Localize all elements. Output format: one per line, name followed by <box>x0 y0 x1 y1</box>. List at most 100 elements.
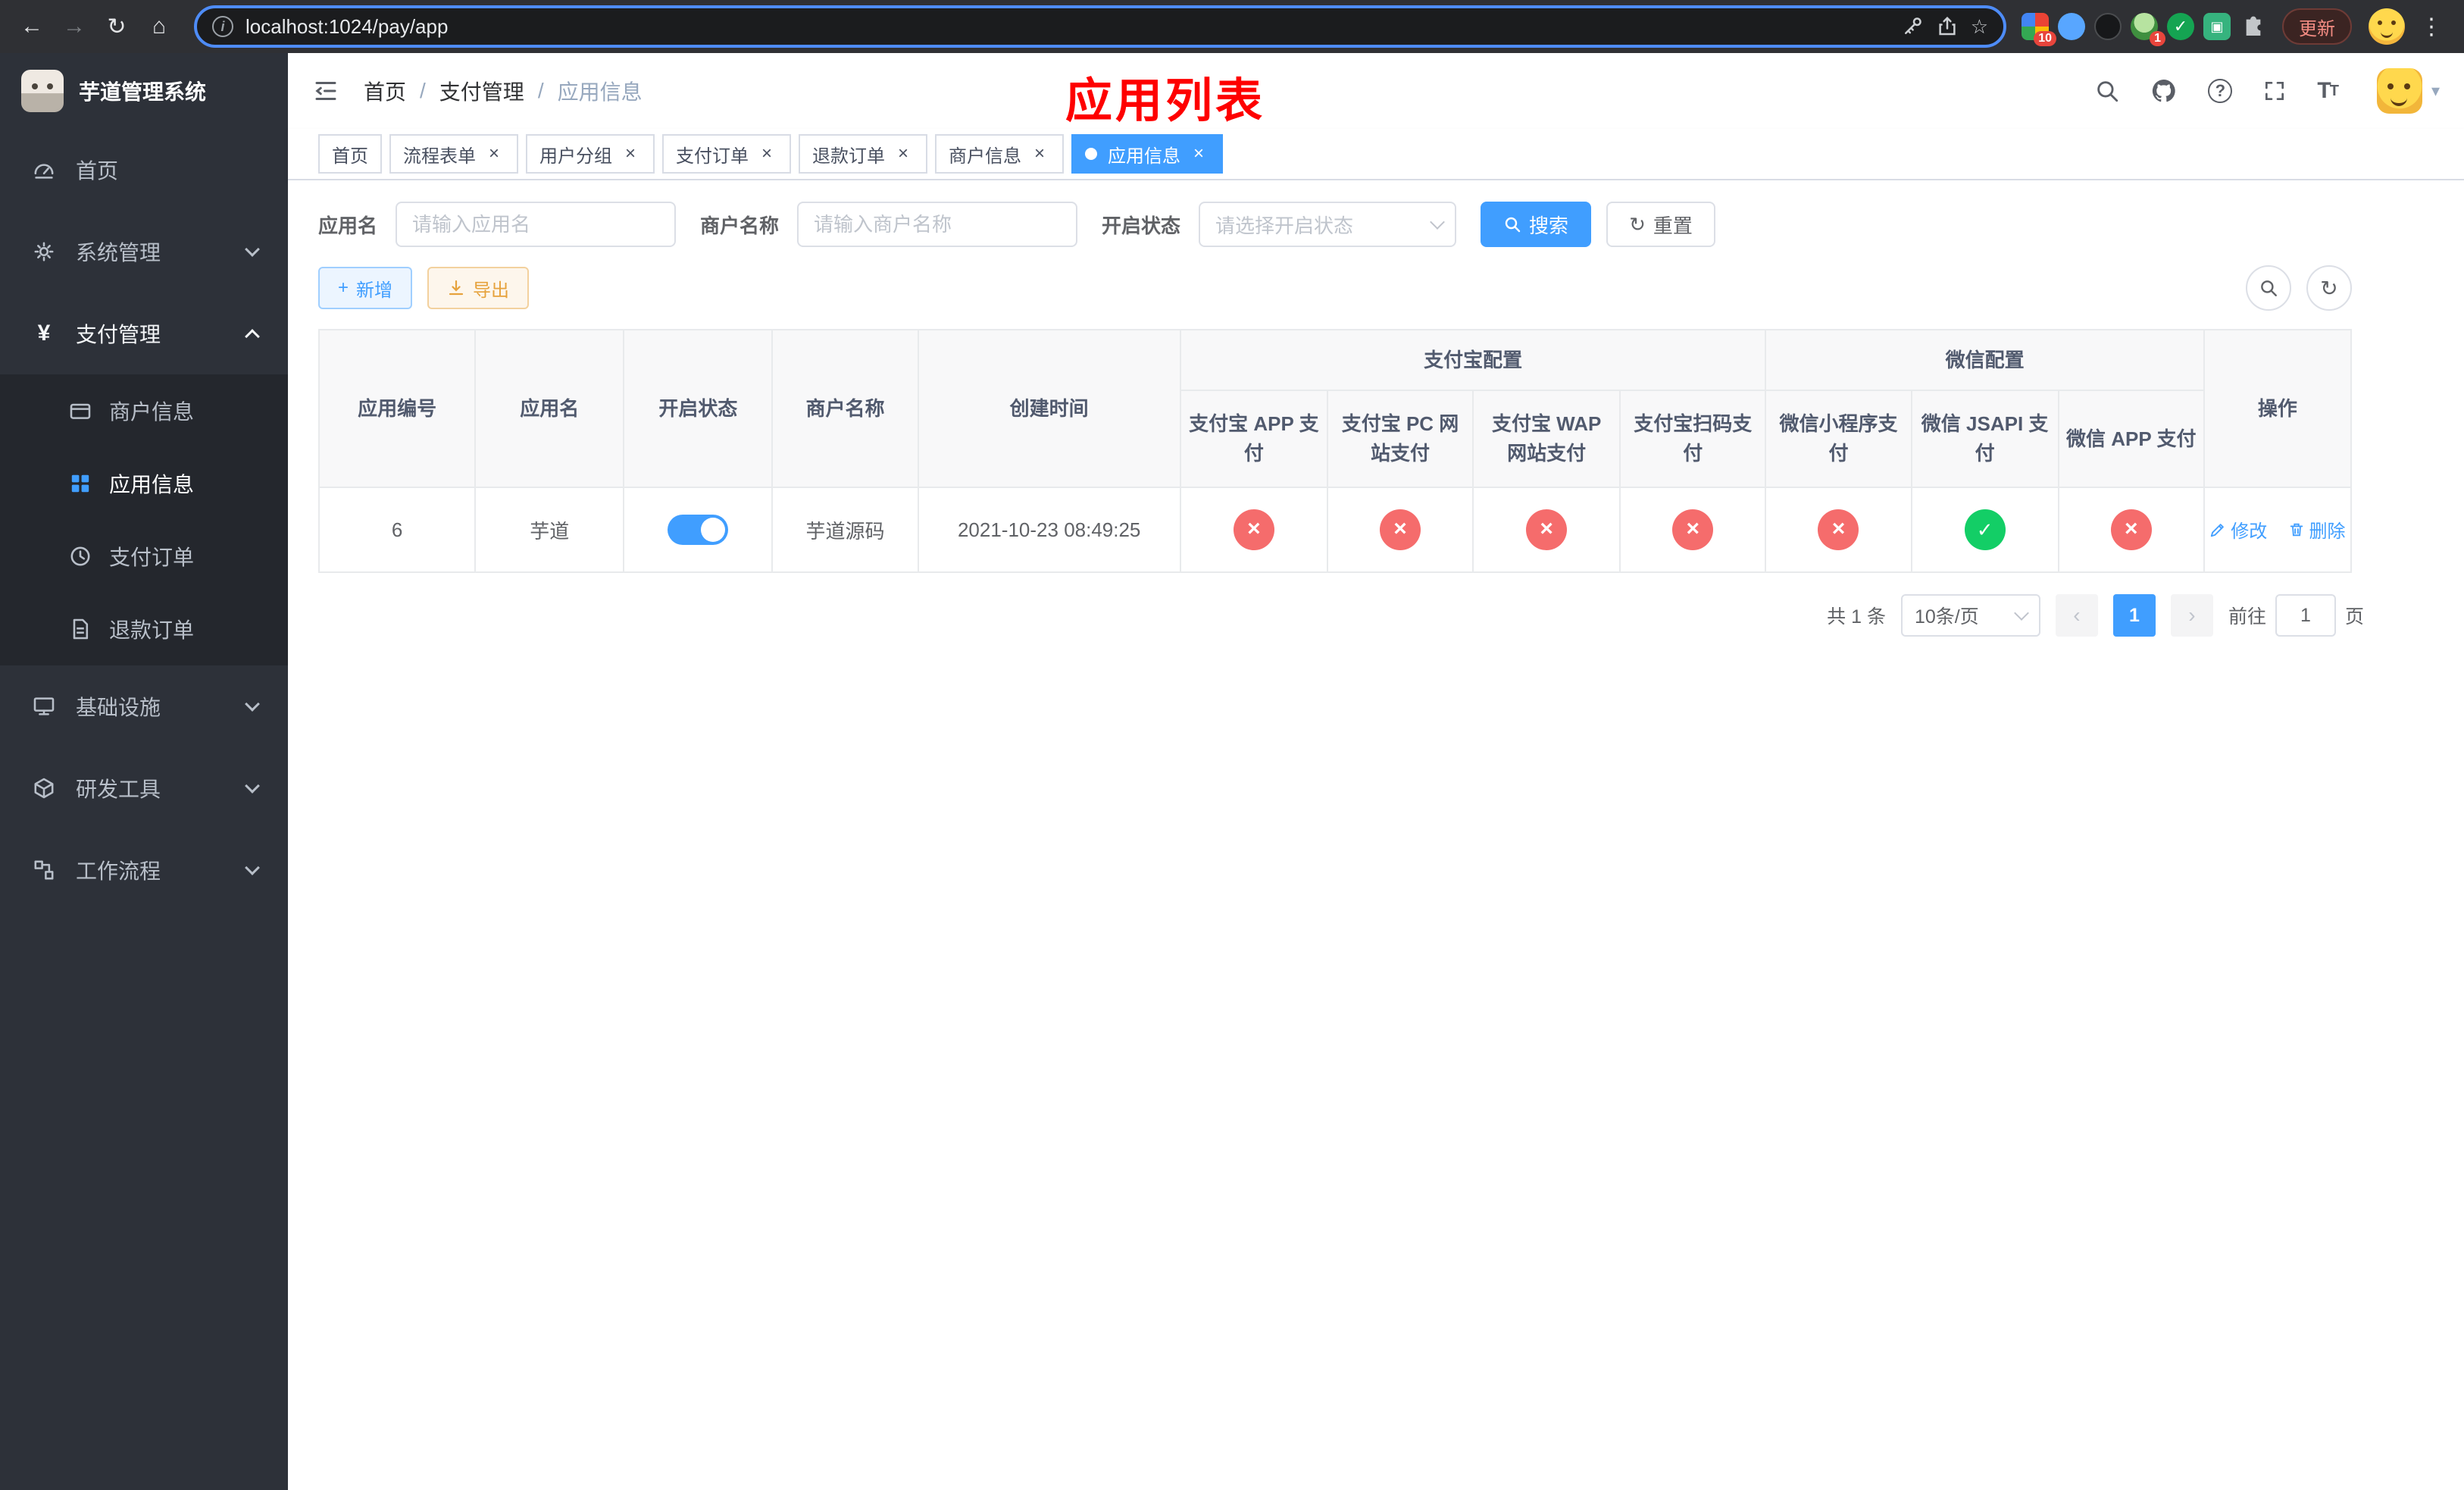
site-info-icon[interactable]: i <box>212 16 233 37</box>
sidebar-logo[interactable]: 芋道管理系统 <box>0 53 288 129</box>
fullscreen-icon[interactable] <box>2262 79 2287 103</box>
sidebar-fold-icon[interactable] <box>288 53 364 129</box>
goto-page: 前往 页 <box>2228 594 2364 637</box>
app-name-input[interactable] <box>396 202 677 247</box>
download-icon <box>449 280 464 296</box>
cell-wechat-jsapi <box>1910 487 2059 573</box>
home-icon[interactable]: ⌂ <box>139 7 179 46</box>
prev-page-button[interactable]: ‹ <box>2055 594 2098 637</box>
github-icon[interactable] <box>2150 77 2178 105</box>
yen-icon: ¥ <box>37 321 51 346</box>
table-toolbar: + 新增 导出 ↻ <box>318 265 2352 311</box>
breadcrumb: 首页 / 支付管理 / 应用信息 <box>364 76 643 106</box>
forward-icon[interactable]: → <box>55 7 94 46</box>
merchant-name-label: 商户名称 <box>700 214 780 237</box>
sidebar-item-home[interactable]: 首页 <box>0 129 288 211</box>
sidebar-item-pay-order[interactable]: 支付订单 <box>0 520 288 593</box>
goto-page-input[interactable] <box>2275 594 2336 637</box>
search-button[interactable]: 搜索 <box>1481 202 1592 247</box>
breadcrumb-payment[interactable]: 支付管理 <box>439 76 524 106</box>
app-name-label: 应用名 <box>318 214 378 237</box>
col-header-wechat-app: 微信 APP 支付 <box>2057 390 2205 488</box>
chrome-update-button[interactable]: 更新 <box>2282 8 2352 45</box>
tab-pay-order[interactable]: 支付订单 × <box>662 134 791 174</box>
close-icon[interactable]: × <box>1188 143 1209 164</box>
payment-submenu: 商户信息 应用信息 支付订单 退款订单 <box>0 374 288 665</box>
group-header-alipay: 支付宝配置 <box>1179 329 1767 391</box>
reload-icon[interactable]: ↻ <box>97 7 136 46</box>
url-text[interactable]: localhost:1024/pay/app <box>245 15 1889 39</box>
search-button-label: 搜索 <box>1529 214 1569 237</box>
sidebar-item-app-info[interactable]: 应用信息 <box>0 447 288 520</box>
extension-grid-icon[interactable]: 10 <box>2022 13 2056 46</box>
group-header-wechat: 微信配置 <box>1765 329 2205 391</box>
font-size-icon[interactable]: TT <box>2317 78 2339 104</box>
status-select[interactable]: 请选择开启状态 <box>1199 202 1457 247</box>
extension-avatar-icon[interactable]: 1 <box>2131 13 2165 46</box>
reset-button-label: 重置 <box>1653 214 1693 237</box>
dashboard-icon <box>30 158 58 182</box>
delete-link[interactable]: 删除 <box>2288 516 2346 543</box>
col-header-actions: 操作 <box>2203 329 2353 488</box>
close-icon[interactable]: × <box>893 143 914 164</box>
sidebar-item-workflow[interactable]: 工作流程 <box>0 829 288 911</box>
tab-merchant-info[interactable]: 商户信息 × <box>935 134 1064 174</box>
extension-check-icon[interactable]: ✓ <box>2167 13 2194 40</box>
status-toggle[interactable] <box>668 515 729 545</box>
close-icon[interactable]: × <box>756 143 777 164</box>
tab-user-group[interactable]: 用户分组 × <box>526 134 655 174</box>
extension-dark-icon[interactable] <box>2094 13 2122 40</box>
back-icon[interactable]: ← <box>12 7 52 46</box>
refresh-table-button[interactable]: ↻ <box>2306 265 2352 311</box>
address-bar[interactable]: i localhost:1024/pay/app ☆ <box>194 5 2006 48</box>
close-icon[interactable]: × <box>483 143 505 164</box>
close-icon[interactable]: × <box>1029 143 1050 164</box>
add-button[interactable]: + 新增 <box>318 267 413 309</box>
logo-avatar <box>21 70 64 112</box>
toggle-search-button[interactable] <box>2246 265 2291 311</box>
page-content: 应用名 商户名称 开启状态 请选择开启状态 <box>288 180 2464 1490</box>
pencil-icon <box>2211 523 2225 537</box>
close-icon[interactable]: × <box>620 143 641 164</box>
page-size-select[interactable]: 10条/页 <box>1900 594 2040 637</box>
help-icon[interactable]: ? <box>2208 79 2233 103</box>
col-header-alipay-pc: 支付宝 PC 网站支付 <box>1326 390 1474 488</box>
sidebar-item-dev-tools[interactable]: 研发工具 <box>0 747 288 829</box>
tab-home[interactable]: 首页 <box>318 134 382 174</box>
sidebar-item-payment[interactable]: ¥ 支付管理 <box>0 293 288 374</box>
search-icon[interactable] <box>2094 78 2120 104</box>
pagination: 共 1 条 10条/页 ‹ 1 › 前往 页 <box>318 594 2364 637</box>
cell-actions: 修改 删除 <box>2203 487 2353 573</box>
tab-label: 用户分组 <box>539 146 612 167</box>
sidebar-item-refund-order[interactable]: 退款订单 <box>0 593 288 665</box>
user-menu[interactable]: ▾ <box>2376 68 2440 114</box>
cell-created: 2021-10-23 08:49:25 <box>917 487 1181 573</box>
next-page-button[interactable]: › <box>2170 594 2213 637</box>
sidebar-item-merchant-info[interactable]: 商户信息 <box>0 374 288 447</box>
extension-drop-icon[interactable] <box>2058 13 2085 40</box>
refresh-icon: ↻ <box>1629 212 1646 236</box>
extension-chat-icon[interactable]: ▣ <box>2203 13 2231 40</box>
export-button[interactable]: 导出 <box>427 267 530 309</box>
edit-link[interactable]: 修改 <box>2209 516 2267 543</box>
document-icon <box>67 617 94 641</box>
sidebar-item-label: 商户信息 <box>109 400 195 424</box>
reset-button[interactable]: ↻ 重置 <box>1606 202 1715 247</box>
merchant-name-input[interactable] <box>797 202 1078 247</box>
profile-avatar[interactable] <box>2369 8 2405 45</box>
browser-menu-icon[interactable]: ⋮ <box>2414 14 2449 40</box>
tags-view-bar: 首页 流程表单 × 用户分组 × 支付订单 × 退款订单 × 商户信息 × 应用… <box>288 129 2464 180</box>
extensions-puzzle-icon[interactable] <box>2240 13 2267 40</box>
tab-refund-order[interactable]: 退款订单 × <box>799 134 927 174</box>
share-icon[interactable] <box>1936 15 1959 38</box>
sidebar-item-system[interactable]: 系统管理 <box>0 211 288 293</box>
password-key-icon[interactable] <box>1901 15 1924 38</box>
tab-label: 首页 <box>332 146 368 167</box>
tab-process-form[interactable]: 流程表单 × <box>389 134 518 174</box>
tab-app-info-active[interactable]: 应用信息 × <box>1071 134 1223 174</box>
bookmark-star-icon[interactable]: ☆ <box>1971 15 1988 39</box>
edit-label: 修改 <box>2231 521 2268 543</box>
sidebar-item-infrastructure[interactable]: 基础设施 <box>0 665 288 747</box>
page-number-button[interactable]: 1 <box>2112 594 2156 637</box>
breadcrumb-home[interactable]: 首页 <box>364 76 406 106</box>
